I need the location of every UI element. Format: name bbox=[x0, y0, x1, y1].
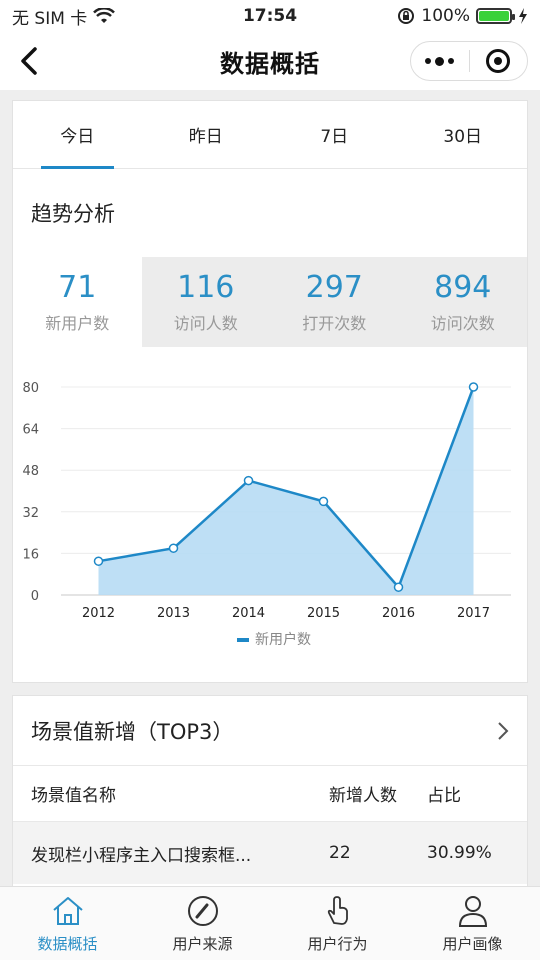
metric-label: 新用户数 bbox=[45, 314, 110, 333]
date-range-tabs: 今日 昨日 7日 30日 bbox=[13, 101, 527, 169]
carrier-label: 无 SIM 卡 bbox=[12, 8, 88, 29]
metric-visits[interactable]: 894 访问次数 bbox=[398, 257, 527, 347]
tabbar-label: 用户画像 bbox=[442, 935, 503, 953]
nav-bar: 数据概括 bbox=[0, 32, 540, 90]
data-point bbox=[318, 496, 329, 507]
more-button[interactable] bbox=[411, 42, 469, 80]
tabbar-item-source[interactable]: 用户来源 bbox=[135, 887, 270, 960]
metric-tabs: 71 新用户数 116 访问人数 297 打开次数 894 访问次数 bbox=[13, 257, 527, 347]
y-tick-label: 0 bbox=[31, 589, 39, 604]
y-tick-label: 32 bbox=[22, 506, 39, 521]
tab-today[interactable]: 今日 bbox=[13, 101, 142, 169]
y-tick-label: 16 bbox=[22, 547, 39, 562]
tabbar-item-overview[interactable]: 数据概括 bbox=[0, 887, 135, 960]
x-tick-label: 2015 bbox=[307, 606, 340, 621]
scene-ratio-cell: 30.99% bbox=[427, 843, 492, 863]
tabbar-item-behavior[interactable]: 用户行为 bbox=[270, 887, 405, 960]
home-icon bbox=[52, 897, 83, 925]
user-profile-icon bbox=[458, 896, 487, 927]
metric-label: 访问次数 bbox=[430, 314, 495, 333]
metric-label: 打开次数 bbox=[302, 314, 367, 333]
page-title: 数据概括 bbox=[220, 49, 320, 78]
scene-card: 场景值新增（TOP3） 场景值名称 新增人数 占比 发现栏小程序主入口搜索框..… bbox=[12, 695, 528, 895]
gauge-icon bbox=[187, 896, 218, 926]
tab-30-days[interactable]: 30日 bbox=[399, 101, 528, 168]
mini-program-capsule bbox=[410, 41, 528, 81]
data-point bbox=[168, 543, 179, 553]
y-tick-label: 48 bbox=[22, 464, 39, 479]
metric-new-users[interactable]: 71 新用户数 bbox=[13, 257, 142, 347]
tabbar-item-profile[interactable]: 用户画像 bbox=[405, 887, 540, 960]
data-point bbox=[468, 382, 479, 392]
scene-name-cell: 发现栏小程序主入口搜索框... bbox=[31, 845, 252, 866]
metric-opens[interactable]: 297 打开次数 bbox=[270, 257, 399, 347]
trend-title: 趋势分析 bbox=[31, 202, 115, 226]
trend-chart: 0 16 32 48 64 80 2012 2013 2014 2015 2016 2017 新用户数 bbox=[13, 371, 529, 671]
column-header-name: 场景值名称 bbox=[31, 786, 116, 806]
trend-chart-svg: 0 16 32 48 64 80 2012 2013 2014 2015 2016 2017 新用户数 bbox=[22, 381, 511, 648]
column-header-ratio: 占比 bbox=[427, 786, 461, 806]
x-tick-label: 2017 bbox=[457, 606, 490, 621]
tabbar-label: 用户行为 bbox=[307, 935, 368, 953]
metric-visitors[interactable]: 116 访问人数 bbox=[141, 257, 270, 347]
x-tick-label: 2012 bbox=[82, 606, 115, 621]
scene-title: 场景值新增（TOP3） bbox=[31, 719, 234, 744]
metric-value: 71 bbox=[58, 270, 97, 305]
bottom-tab-bar: 数据概括 用户来源 用户行为 用户画像 bbox=[0, 886, 540, 960]
x-tick-label: 2014 bbox=[232, 606, 265, 621]
metric-value: 116 bbox=[177, 270, 235, 305]
table-header: 场景值名称 新增人数 占比 bbox=[13, 766, 527, 822]
back-arrow-icon bbox=[21, 47, 37, 75]
close-button[interactable] bbox=[470, 42, 528, 80]
tabbar-label: 用户来源 bbox=[172, 935, 233, 953]
target-close-icon bbox=[486, 49, 511, 73]
back-button[interactable] bbox=[14, 44, 44, 78]
legend-swatch bbox=[237, 638, 249, 642]
column-header-count: 新增人数 bbox=[329, 786, 397, 806]
battery-percent: 100% bbox=[421, 6, 470, 26]
y-tick-label: 80 bbox=[22, 381, 39, 396]
charging-icon bbox=[519, 8, 527, 24]
orientation-lock-icon bbox=[398, 8, 415, 24]
legend-label: 新用户数 bbox=[255, 631, 311, 648]
more-dots-icon bbox=[425, 56, 455, 66]
data-point bbox=[243, 475, 254, 486]
y-tick-label: 64 bbox=[22, 423, 39, 438]
table-row[interactable]: 发现栏小程序主入口搜索框... 22 30.99% bbox=[13, 822, 527, 884]
pointer-hand-icon bbox=[327, 896, 348, 925]
scene-count-cell: 22 bbox=[329, 843, 351, 863]
metric-value: 894 bbox=[434, 270, 492, 305]
data-point bbox=[93, 556, 104, 566]
tabbar-label: 数据概括 bbox=[37, 935, 98, 953]
chevron-right-icon bbox=[498, 721, 509, 740]
x-tick-label: 2013 bbox=[157, 606, 190, 621]
x-tick-label: 2016 bbox=[382, 606, 415, 621]
status-bar: 无 SIM 卡 17:54 100% bbox=[0, 0, 540, 32]
wifi-icon bbox=[93, 8, 116, 23]
metric-value: 297 bbox=[305, 270, 363, 305]
metric-label: 访问人数 bbox=[173, 314, 238, 333]
scene-header[interactable]: 场景值新增（TOP3） bbox=[13, 696, 527, 766]
tab-yesterday[interactable]: 昨日 bbox=[142, 101, 271, 168]
battery-icon bbox=[476, 8, 515, 24]
data-point bbox=[393, 582, 404, 592]
overview-card: 今日 昨日 7日 30日 趋势分析 71 新用户数 116 访问人数 297 打… bbox=[12, 100, 528, 683]
tab-7-days[interactable]: 7日 bbox=[270, 101, 399, 168]
